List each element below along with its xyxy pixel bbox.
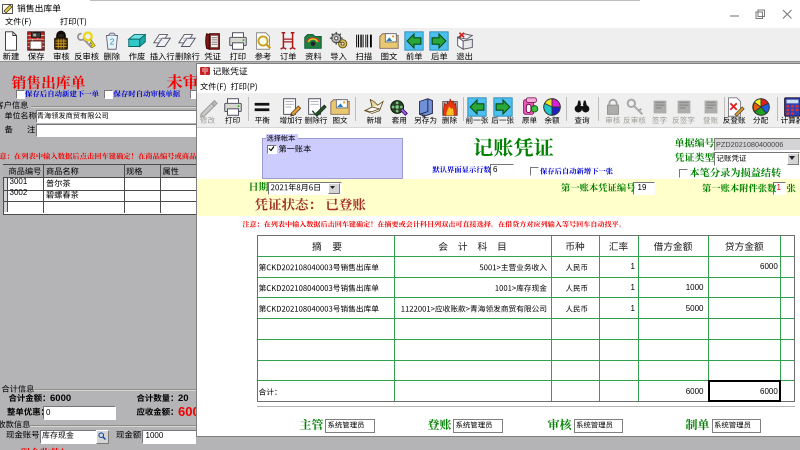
svg-text:2: 2 (110, 38, 115, 47)
